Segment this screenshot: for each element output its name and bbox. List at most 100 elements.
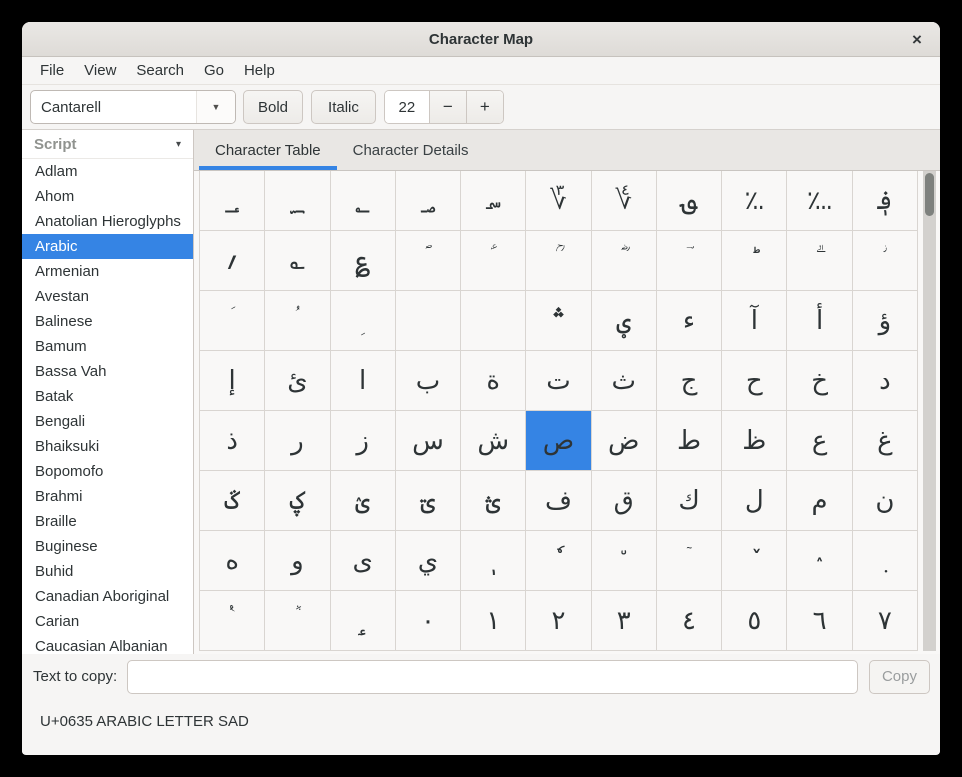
menu-view[interactable]: View	[74, 57, 126, 84]
char-cell[interactable]: ظ	[722, 411, 787, 471]
char-cell[interactable]: ٝ	[200, 591, 265, 651]
char-cell[interactable]: د	[853, 351, 918, 411]
text-to-copy-input[interactable]	[127, 660, 858, 694]
char-cell[interactable]: ٞ	[265, 591, 330, 651]
char-cell[interactable]: ش	[461, 411, 526, 471]
char-cell[interactable]	[461, 291, 526, 351]
char-cell[interactable]: ٚ	[722, 531, 787, 591]
char-cell[interactable]: ؘ	[200, 291, 265, 351]
char-cell[interactable]: ؕ	[722, 231, 787, 291]
char-cell[interactable]: ك	[657, 471, 722, 531]
char-cell[interactable]: ة	[461, 351, 526, 411]
char-cell[interactable]: ؋	[853, 171, 918, 231]
char-cell[interactable]: ؈	[657, 171, 722, 231]
char-cell[interactable]: آ	[722, 291, 787, 351]
char-cell[interactable]: ؔ	[657, 231, 722, 291]
chevron-down-icon[interactable]: ▼	[196, 91, 235, 123]
char-cell[interactable]: ؖ	[787, 231, 852, 291]
char-cell[interactable]: ذ	[200, 411, 265, 471]
sidebar-item-adlam[interactable]: Adlam	[22, 159, 193, 184]
char-cell[interactable]: و	[265, 531, 330, 591]
char-cell[interactable]: ض	[592, 411, 657, 471]
char-cell[interactable]: ا	[331, 351, 396, 411]
char-cell[interactable]: ؃	[396, 171, 461, 231]
char-cell[interactable]: ه	[200, 531, 265, 591]
menu-help[interactable]: Help	[234, 57, 285, 84]
char-cell[interactable]: ؤ	[853, 291, 918, 351]
char-cell[interactable]: ؑ	[461, 231, 526, 291]
char-cell[interactable]: ؁	[265, 171, 330, 231]
char-cell[interactable]: ج	[657, 351, 722, 411]
menu-search[interactable]: Search	[126, 57, 194, 84]
bold-button[interactable]: Bold	[243, 90, 303, 124]
char-cell[interactable]: ٟ	[331, 591, 396, 651]
char-cell[interactable]: ٦	[787, 591, 852, 651]
sidebar-item-carian[interactable]: Carian	[22, 609, 193, 634]
char-cell[interactable]: ؍	[200, 231, 265, 291]
sidebar-item-canadian-aboriginal[interactable]: Canadian Aboriginal	[22, 584, 193, 609]
char-cell[interactable]: ؿ	[461, 471, 526, 531]
char-cell[interactable]: ط	[657, 411, 722, 471]
char-cell[interactable]: ع	[787, 411, 852, 471]
char-cell[interactable]: ؀	[200, 171, 265, 231]
char-cell[interactable]: خ	[787, 351, 852, 411]
char-cell[interactable]: ؾ	[396, 471, 461, 531]
char-cell[interactable]: ؽ	[331, 471, 396, 531]
chevron-down-icon[interactable]: ▾	[176, 139, 181, 150]
sidebar-item-arabic[interactable]: Arabic	[22, 234, 193, 259]
char-cell[interactable]: ؆	[526, 171, 591, 231]
char-cell[interactable]: ز	[331, 411, 396, 471]
italic-button[interactable]: Italic	[311, 90, 376, 124]
char-cell[interactable]: ق	[592, 471, 657, 531]
tab-character-details[interactable]: Character Details	[337, 130, 485, 170]
sidebar-item-bengali[interactable]: Bengali	[22, 409, 193, 434]
sidebar-item-bhaiksuki[interactable]: Bhaiksuki	[22, 434, 193, 459]
char-cell[interactable]: ٜ	[853, 531, 918, 591]
sidebar-item-armenian[interactable]: Armenian	[22, 259, 193, 284]
sidebar-item-balinese[interactable]: Balinese	[22, 309, 193, 334]
char-cell[interactable]: ؓ	[592, 231, 657, 291]
char-cell[interactable]: ي	[396, 531, 461, 591]
sidebar-item-anatolian-hieroglyphs[interactable]: Anatolian Hieroglyphs	[22, 209, 193, 234]
char-cell[interactable]: ؄	[461, 171, 526, 231]
char-cell[interactable]: ٠	[396, 591, 461, 651]
script-header[interactable]: Script ▾	[22, 130, 193, 159]
tab-character-table[interactable]: Character Table	[199, 130, 337, 170]
char-cell[interactable]: ٣	[592, 591, 657, 651]
char-cell[interactable]: ؉	[722, 171, 787, 231]
char-cell[interactable]: ؗ	[853, 231, 918, 291]
char-cell[interactable]: ٧	[853, 591, 918, 651]
char-cell[interactable]: ؠ	[592, 291, 657, 351]
char-cell[interactable]: ؞	[526, 291, 591, 351]
char-cell[interactable]: ؊	[787, 171, 852, 231]
char-cell[interactable]: ٖ	[461, 531, 526, 591]
char-cell[interactable]: ٛ	[787, 531, 852, 591]
close-icon[interactable]: ×	[904, 27, 930, 53]
font-selector[interactable]: Cantarell ▼	[30, 90, 236, 124]
char-cell[interactable]: ؂	[331, 171, 396, 231]
char-cell[interactable]: ء	[657, 291, 722, 351]
char-cell[interactable]: س	[396, 411, 461, 471]
sidebar-item-bassa-vah[interactable]: Bassa Vah	[22, 359, 193, 384]
char-cell[interactable]: ٘	[592, 531, 657, 591]
grid-scrollbar[interactable]	[923, 171, 936, 651]
char-cell[interactable]: ل	[722, 471, 787, 531]
decrease-size-button[interactable]: −	[429, 91, 466, 123]
char-cell[interactable]: ئ	[265, 351, 330, 411]
grid-scrollbar-thumb[interactable]	[925, 173, 934, 216]
char-cell[interactable]: ح	[722, 351, 787, 411]
char-cell[interactable]: أ	[787, 291, 852, 351]
char-cell[interactable]: ؚ	[331, 291, 396, 351]
char-cell[interactable]: ٗ	[526, 531, 591, 591]
title-bar[interactable]: Character Map ×	[22, 22, 940, 57]
sidebar-item-braille[interactable]: Braille	[22, 509, 193, 534]
sidebar-item-batak[interactable]: Batak	[22, 384, 193, 409]
char-cell[interactable]: ٙ	[657, 531, 722, 591]
char-cell[interactable]: ؎	[265, 231, 330, 291]
char-cell[interactable]: م	[787, 471, 852, 531]
char-cell[interactable]: ؏	[331, 231, 396, 291]
menu-go[interactable]: Go	[194, 57, 234, 84]
sidebar-item-buhid[interactable]: Buhid	[22, 559, 193, 584]
char-cell[interactable]: ؒ	[526, 231, 591, 291]
menu-file[interactable]: File	[30, 57, 74, 84]
